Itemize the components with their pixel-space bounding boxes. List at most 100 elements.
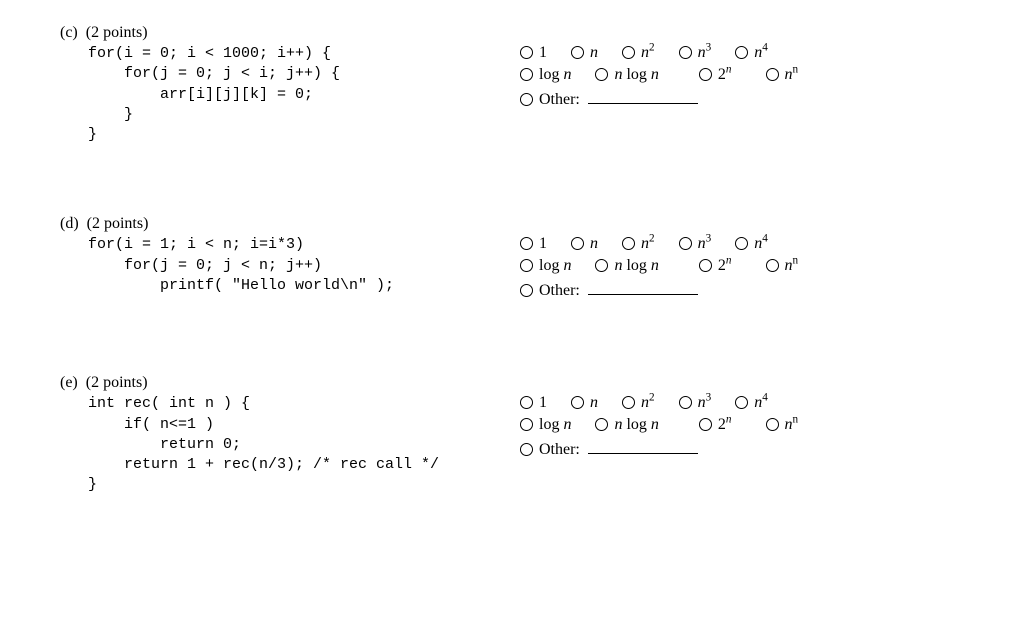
option-n2[interactable]: n2 (622, 44, 655, 62)
option-n4[interactable]: n4 (735, 44, 768, 62)
option-2n[interactable]: 2n (699, 66, 732, 84)
option-nn[interactable]: nn (766, 416, 799, 434)
option-label: n2 (641, 394, 655, 412)
option-label: n2 (641, 44, 655, 62)
radio-icon (520, 443, 533, 456)
option-other[interactable]: Other: (520, 438, 698, 459)
option-label: nn (785, 66, 799, 84)
other-input-line[interactable] (588, 279, 698, 295)
options-row-1: 1 n n2 n3 n4 (520, 235, 964, 253)
option-label: n (590, 235, 598, 253)
option-nn[interactable]: nn (766, 257, 799, 275)
option-other[interactable]: Other: (520, 279, 698, 300)
radio-icon (595, 418, 608, 431)
code-block: for(i = 1; i < n; i=i*3) for(j = 0; j < … (88, 235, 490, 296)
option-nn[interactable]: nn (766, 66, 799, 84)
radio-icon (520, 284, 533, 297)
option-label: 1 (539, 394, 547, 412)
option-2n[interactable]: 2n (699, 257, 732, 275)
options-row-3: Other: (520, 279, 964, 300)
radio-icon (699, 418, 712, 431)
option-label: Other: (539, 91, 580, 109)
option-label: 2n (718, 257, 732, 275)
radio-icon (520, 46, 533, 59)
radio-icon (520, 68, 533, 81)
option-nlogn[interactable]: n log n (595, 416, 658, 434)
option-logn[interactable]: log n (520, 416, 571, 434)
radio-icon (520, 237, 533, 250)
option-label: log n (539, 416, 571, 434)
problem-points: (2 points) (86, 374, 148, 391)
option-label: n3 (698, 394, 712, 412)
option-logn[interactable]: log n (520, 257, 571, 275)
radio-icon (520, 396, 533, 409)
problem-header: (e) (2 points) (60, 374, 490, 392)
option-n3[interactable]: n3 (679, 235, 712, 253)
option-label: log n (539, 257, 571, 275)
option-label: n (590, 394, 598, 412)
option-n[interactable]: n (571, 235, 598, 253)
option-nlogn[interactable]: n log n (595, 257, 658, 275)
problem-letter: (e) (60, 374, 78, 391)
option-label: 2n (718, 416, 732, 434)
option-label: n3 (698, 235, 712, 253)
radio-icon (735, 46, 748, 59)
problem-letter: (d) (60, 215, 79, 232)
option-label: n log n (614, 257, 658, 275)
radio-icon (520, 418, 533, 431)
option-label: 1 (539, 235, 547, 253)
option-label: nn (785, 257, 799, 275)
problem-points: (2 points) (87, 215, 149, 232)
radio-icon (622, 237, 635, 250)
other-input-line[interactable] (588, 438, 698, 454)
option-other[interactable]: Other: (520, 88, 698, 109)
option-label: Other: (539, 441, 580, 459)
radio-icon (766, 68, 779, 81)
option-n2[interactable]: n2 (622, 394, 655, 412)
option-n[interactable]: n (571, 394, 598, 412)
radio-icon (622, 396, 635, 409)
option-label: n4 (754, 235, 768, 253)
options-block: 1 n n2 n3 n4 log n n log n 2n nn Other: (520, 215, 964, 304)
options-row-2: log n n log n 2n nn (520, 66, 964, 84)
radio-icon (766, 259, 779, 272)
option-label: log n (539, 66, 571, 84)
options-row-3: Other: (520, 438, 964, 459)
radio-icon (595, 259, 608, 272)
option-label: 1 (539, 44, 547, 62)
option-label: Other: (539, 282, 580, 300)
option-1[interactable]: 1 (520, 394, 547, 412)
option-label: n4 (754, 44, 768, 62)
options-block: 1 n n2 n3 n4 log n n log n 2n nn Other: (520, 24, 964, 113)
option-label: n2 (641, 235, 655, 253)
option-logn[interactable]: log n (520, 66, 571, 84)
problem-e: (e) (2 points) int rec( int n ) { if( n<… (60, 374, 964, 495)
option-n4[interactable]: n4 (735, 394, 768, 412)
radio-icon (679, 396, 692, 409)
option-n[interactable]: n (571, 44, 598, 62)
option-label: nn (785, 416, 799, 434)
option-n3[interactable]: n3 (679, 394, 712, 412)
option-label: n (590, 44, 598, 62)
option-label: n log n (614, 416, 658, 434)
other-input-line[interactable] (588, 88, 698, 104)
radio-icon (571, 396, 584, 409)
option-1[interactable]: 1 (520, 44, 547, 62)
option-label: n4 (754, 394, 768, 412)
code-block: int rec( int n ) { if( n<=1 ) return 0; … (88, 394, 490, 495)
radio-icon (595, 68, 608, 81)
radio-icon (520, 93, 533, 106)
radio-icon (571, 46, 584, 59)
option-1[interactable]: 1 (520, 235, 547, 253)
problem-left: (d) (2 points) for(i = 1; i < n; i=i*3) … (60, 215, 490, 296)
radio-icon (699, 68, 712, 81)
options-block: 1 n n2 n3 n4 log n n log n 2n nn Other: (520, 374, 964, 463)
option-2n[interactable]: 2n (699, 416, 732, 434)
option-n3[interactable]: n3 (679, 44, 712, 62)
option-n4[interactable]: n4 (735, 235, 768, 253)
option-nlogn[interactable]: n log n (595, 66, 658, 84)
radio-icon (571, 237, 584, 250)
problem-points: (2 points) (86, 24, 148, 41)
option-n2[interactable]: n2 (622, 235, 655, 253)
radio-icon (735, 237, 748, 250)
